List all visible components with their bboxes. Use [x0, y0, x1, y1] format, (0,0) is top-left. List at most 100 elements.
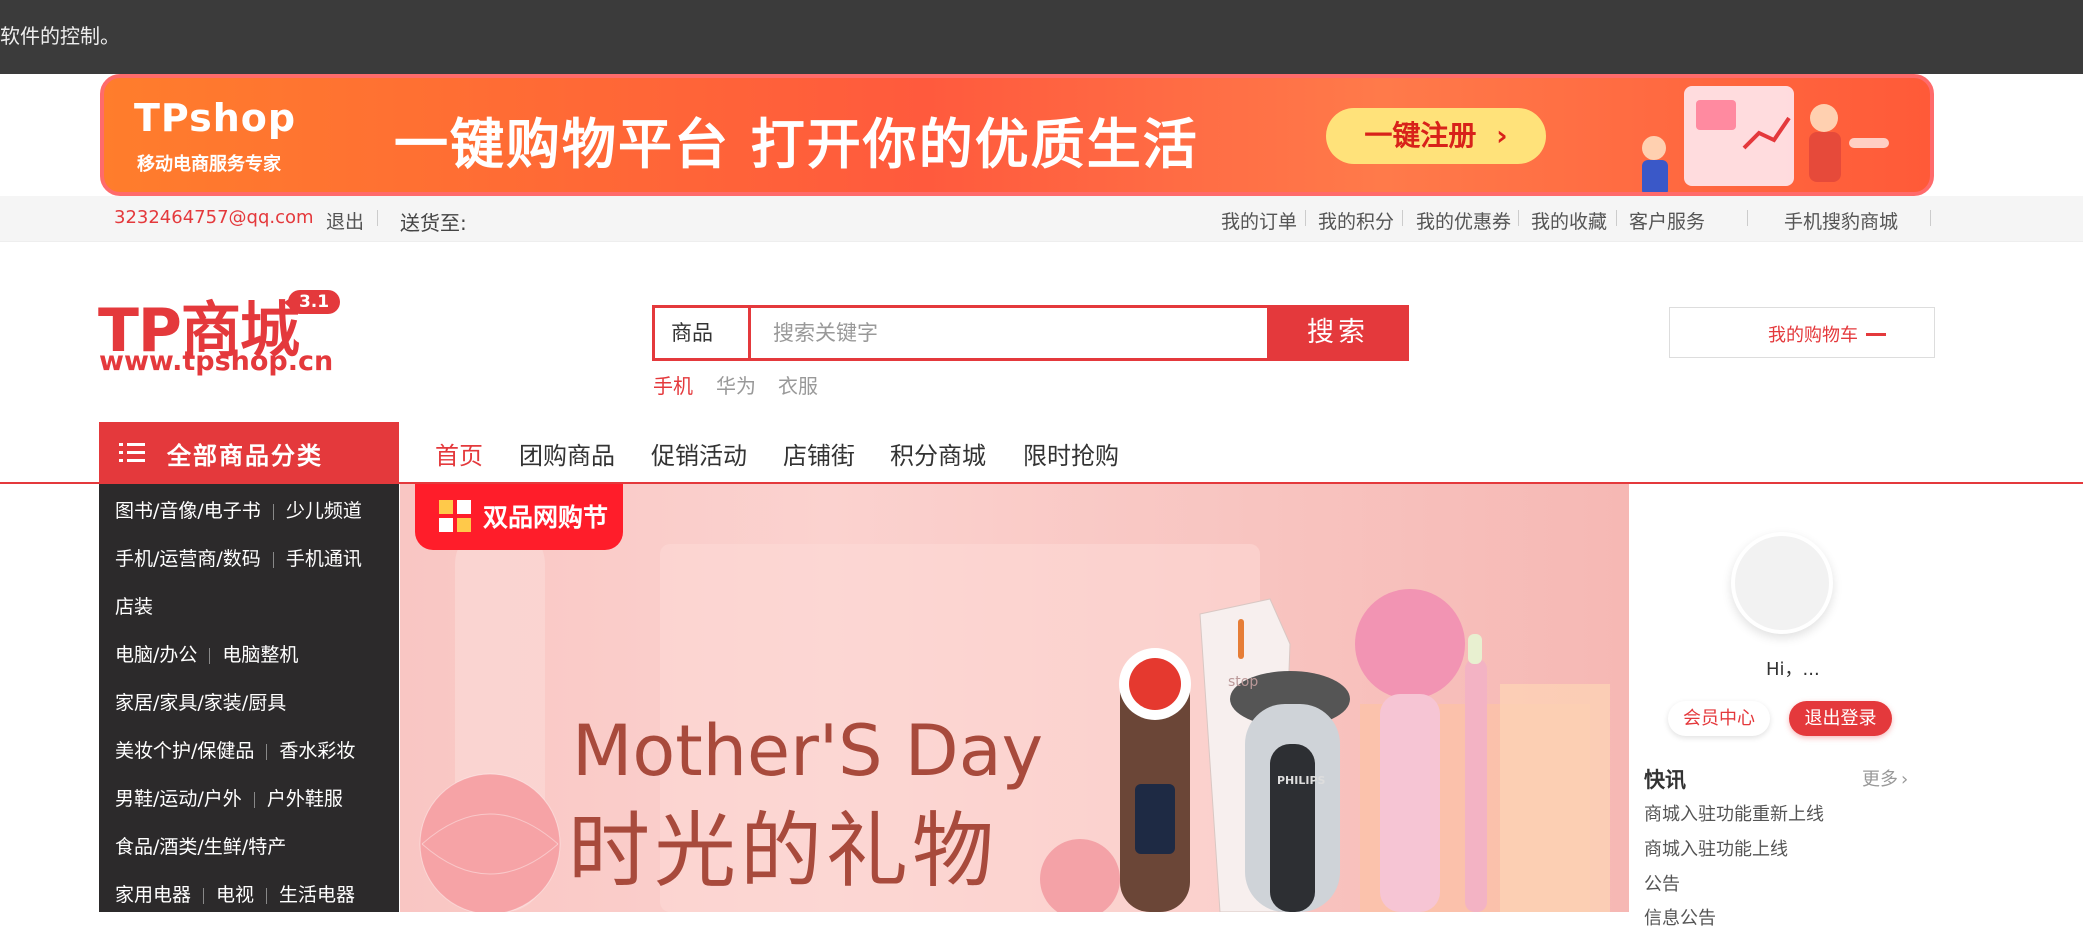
member-center-button[interactable]: 会员中心 [1668, 701, 1770, 736]
category-link[interactable]: 电脑/办公 [115, 644, 197, 666]
list-icon [119, 443, 145, 462]
news-more-label: 更多 [1862, 769, 1898, 790]
my-coupons-link[interactable]: 我的优惠券 [1416, 207, 1511, 234]
category-list: 图书/音像/电子书 少儿频道 手机/运营商/数码 手机通讯 店装 电脑/办公 电脑整机… [99, 484, 399, 912]
category-item: 美妆个护/保健品 香水彩妆 [115, 736, 355, 763]
my-orders-link[interactable]: 我的订单 [1221, 207, 1297, 234]
category-link[interactable]: 生活电器 [279, 884, 355, 906]
nav-store-street[interactable]: 店铺街 [783, 436, 855, 471]
chevron-right-icon: › [1496, 119, 1508, 152]
top-promo-banner[interactable]: TPshop 移动电商服务专家 一键购物平台 打开你的优质生活 一键注册 › [100, 74, 1934, 196]
version-badge: 3.1 [288, 290, 340, 314]
my-favorites-link[interactable]: 我的收藏 [1531, 207, 1607, 234]
divider [266, 743, 268, 760]
divider [209, 647, 211, 664]
category-link[interactable]: 户外鞋服 [267, 788, 343, 810]
category-item: 家用电器 电视 生活电器 [115, 880, 355, 907]
divider [253, 791, 255, 808]
my-points-link[interactable]: 我的积分 [1318, 207, 1394, 234]
top-info-bar: 3232464757@qq.com 退出 送货至: 我的订单 我的积分 我的优惠… [0, 196, 2083, 242]
user-greeting: Hi，... [1766, 659, 1820, 680]
category-item: 店装 [115, 592, 153, 619]
search-category-select[interactable]: 商品 [655, 308, 751, 358]
divider [1305, 210, 1306, 226]
category-link[interactable]: 家用电器 [115, 884, 191, 906]
category-item: 电脑/办公 电脑整机 [115, 640, 298, 667]
product-brand: PHILIPS [1277, 774, 1326, 787]
nav-points-mall[interactable]: 积分商城 [890, 436, 986, 471]
hot-word-link[interactable]: 手机 [653, 370, 693, 399]
banner-register-label: 一键注册 [1364, 119, 1477, 152]
search-bar: 商品 搜索 [652, 305, 1409, 361]
hero-promo-tag: 双品网购节 [415, 484, 623, 550]
banner-logo: TPshop [134, 96, 297, 140]
news-item[interactable]: 信息公告 [1644, 904, 1716, 930]
category-item: 图书/音像/电子书 少儿频道 [115, 496, 362, 523]
product-label: stop [1228, 674, 1259, 690]
divider [203, 887, 205, 904]
category-link[interactable]: 电脑整机 [222, 644, 298, 666]
divider [1518, 210, 1519, 226]
category-link[interactable]: 少儿频道 [286, 500, 362, 522]
divider [1616, 210, 1617, 226]
mobile-mall-link[interactable]: 手机搜豹商城 [1784, 207, 1898, 234]
nav-flash-sale[interactable]: 限时抢购 [1023, 436, 1119, 471]
search-button[interactable]: 搜索 [1267, 305, 1409, 361]
divider [1930, 210, 1931, 226]
chevron-right-icon: › [1901, 769, 1909, 790]
category-link[interactable]: 美妆个护/保健品 [115, 740, 254, 762]
hero-tag-text: 双品网购节 [483, 503, 609, 532]
cart-count-indicator [1866, 333, 1886, 336]
automation-infobar: 软件的控制。 [0, 0, 2083, 74]
all-categories-header[interactable]: 全部商品分类 [99, 422, 399, 484]
category-link[interactable]: 食品/酒类/生鲜/特产 [115, 836, 286, 858]
all-categories-label: 全部商品分类 [167, 442, 323, 470]
banner-slogan: 一键购物平台 打开你的优质生活 [394, 113, 1199, 176]
nav-home[interactable]: 首页 [435, 436, 483, 471]
category-link[interactable]: 图书/音像/电子书 [115, 500, 261, 522]
search-input[interactable] [751, 308, 1271, 358]
site-url: www.tpshop.cn [99, 346, 334, 377]
news-item[interactable]: 商城入驻功能上线 [1644, 835, 1788, 861]
topbar-logout-link[interactable]: 退出 [326, 207, 364, 234]
gift-icon [439, 500, 471, 532]
banner-register-button[interactable]: 一键注册 › [1326, 108, 1546, 164]
divider [272, 551, 274, 568]
avatar[interactable] [1731, 532, 1833, 634]
divider [1402, 210, 1403, 226]
logout-button[interactable]: 退出登录 [1789, 701, 1892, 736]
divider [266, 887, 268, 904]
news-title: 快讯 [1644, 768, 1686, 792]
news-item[interactable]: 公告 [1644, 870, 1680, 896]
cart-button[interactable]: 我的购物车 [1669, 307, 1935, 358]
ship-to-selector[interactable]: 送货至: [400, 207, 467, 236]
category-item: 男鞋/运动/户外 户外鞋服 [115, 784, 343, 811]
automation-infobar-text: 软件的控制。 [0, 24, 120, 48]
category-link[interactable]: 手机/运营商/数码 [115, 548, 261, 570]
category-item: 手机/运营商/数码 手机通讯 [115, 544, 362, 571]
hero-title-en: Mother'S Day [572, 710, 1044, 792]
category-link[interactable]: 男鞋/运动/户外 [115, 788, 242, 810]
category-link[interactable]: 电视 [216, 884, 254, 906]
category-item: 家居/家具/家装/厨具 [115, 688, 286, 715]
category-link[interactable]: 家居/家具/家装/厨具 [115, 692, 286, 714]
category-link[interactable]: 香水彩妆 [279, 740, 355, 762]
divider [272, 503, 274, 520]
banner-logo-subtitle: 移动电商服务专家 [137, 154, 281, 175]
user-email-link[interactable]: 3232464757@qq.com [114, 207, 314, 228]
hero-title-zh: 时光的礼物 [568, 804, 999, 899]
hero-carousel-banner[interactable]: 双品网购节 Mother'S Day 时光的礼物 stop PHILIPS [400, 484, 1629, 912]
nav-promotions[interactable]: 促销活动 [651, 436, 747, 471]
category-link[interactable]: 店装 [115, 596, 153, 618]
news-item[interactable]: 商城入驻功能重新上线 [1644, 800, 1824, 826]
category-link[interactable]: 手机通讯 [286, 548, 362, 570]
divider [1747, 210, 1748, 226]
hot-word-link[interactable]: 华为 [716, 370, 756, 399]
category-item: 食品/酒类/生鲜/特产 [115, 832, 286, 859]
news-more-link[interactable]: 更多 › [1862, 765, 1908, 791]
nav-group-buy[interactable]: 团购商品 [519, 436, 615, 471]
customer-service-link[interactable]: 客户服务 [1629, 207, 1705, 234]
banner-illustration [1642, 86, 1889, 192]
cart-label: 我的购物车 [1768, 325, 1858, 346]
hot-word-link[interactable]: 衣服 [778, 370, 818, 399]
